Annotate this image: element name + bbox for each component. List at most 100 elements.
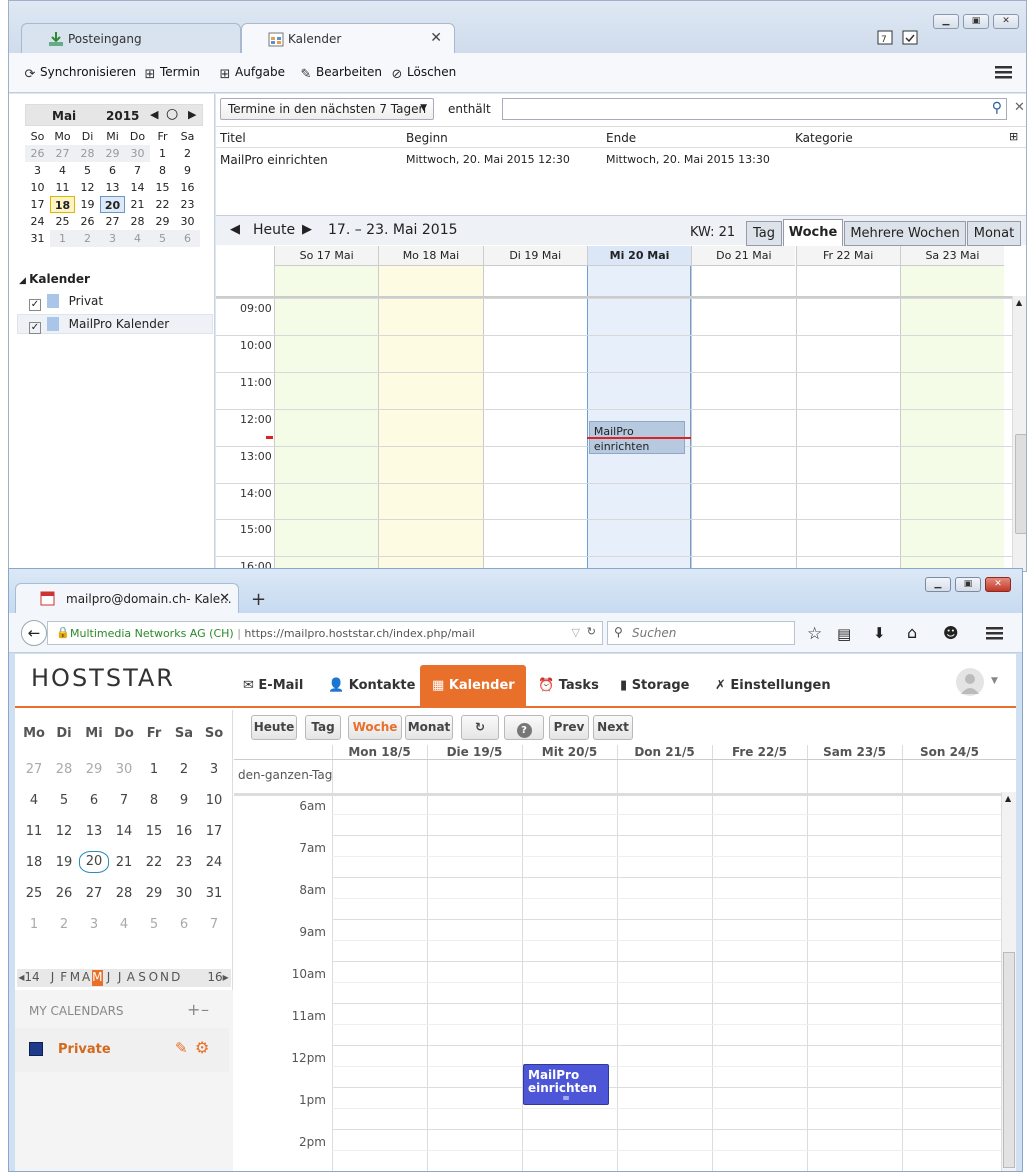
day-cell[interactable]: 28 <box>75 145 100 162</box>
day-cell[interactable]: 4 <box>125 230 150 247</box>
day-cell[interactable]: 12 <box>49 824 79 839</box>
month-label[interactable]: Mai <box>52 109 76 123</box>
today-button[interactable]: Heute <box>251 715 297 740</box>
day-header[interactable]: Son 24/5 <box>902 745 997 759</box>
search-input[interactable]: ⚲ <box>502 98 1007 120</box>
month-cell[interactable]: A <box>81 970 92 984</box>
month-cell[interactable]: O <box>148 970 159 984</box>
day-cell[interactable]: 17 <box>25 196 50 213</box>
day-cell[interactable]: 4 <box>50 162 75 179</box>
day-cell[interactable]: 7 <box>125 162 150 179</box>
day-cell[interactable]: 27 <box>19 762 49 777</box>
next-button[interactable]: Next <box>593 715 633 740</box>
close-window-button[interactable]: ✕ <box>993 14 1019 29</box>
gear-icon[interactable]: ⚙ <box>195 1038 209 1057</box>
day-header[interactable]: Sam 23/5 <box>807 745 902 759</box>
close-tab-icon[interactable]: ✕ <box>219 591 230 606</box>
dropdown-icon[interactable]: ▽ <box>572 626 580 639</box>
url-text[interactable]: https://mailpro.hoststar.ch/index.php/ma… <box>244 627 474 640</box>
day-cell[interactable]: 15 <box>150 179 175 196</box>
day-header[interactable]: Mi 20 Mai <box>586 246 692 266</box>
tab-month[interactable]: Monat <box>967 221 1021 246</box>
day-cell[interactable]: 26 <box>75 213 100 230</box>
nav-settings[interactable]: ✗ Einstellungen <box>715 678 831 693</box>
nav-calendar[interactable]: ▦ Kalender <box>420 665 526 708</box>
month-cell[interactable]: J <box>103 970 114 984</box>
new-tab-button[interactable]: + <box>251 589 266 610</box>
day-cell[interactable]: 3 <box>79 917 109 932</box>
day-cell[interactable]: 3 <box>25 162 50 179</box>
scroll-up-icon[interactable]: ▲ <box>1016 298 1022 307</box>
next-week-icon[interactable]: ▶ <box>302 222 312 237</box>
day-cell[interactable]: 5 <box>75 162 100 179</box>
day-cell[interactable]: 5 <box>150 230 175 247</box>
day-header[interactable]: Mon 18/5 <box>332 745 427 759</box>
day-cell[interactable]: 11 <box>50 179 75 196</box>
day-cell[interactable]: 21 <box>125 196 150 213</box>
logo[interactable]: HOSTSTAR <box>31 664 175 692</box>
nav-tasks[interactable]: ⏰ Tasks <box>538 678 599 693</box>
day-cell[interactable]: 6 <box>169 917 199 932</box>
prev-year-button[interactable]: ◂14 <box>17 970 41 984</box>
day-header[interactable]: So 17 Mai <box>274 246 379 266</box>
day-cell[interactable]: 10 <box>199 793 229 808</box>
prev-month-icon[interactable]: ◀ <box>150 108 158 121</box>
event-block[interactable]: MailPro einrichten = <box>523 1064 609 1105</box>
download-icon[interactable]: ⬇ <box>873 624 886 642</box>
column-end[interactable]: Ende <box>606 131 636 145</box>
chevron-down-icon[interactable]: ▼ <box>991 676 998 686</box>
day-cell[interactable]: 2 <box>169 762 199 777</box>
day-cell[interactable]: 10 <box>25 179 50 196</box>
day-cell[interactable]: 22 <box>139 855 169 870</box>
day-cell[interactable]: 7 <box>109 793 139 808</box>
edit-brush-icon[interactable]: ✎ <box>175 1039 188 1057</box>
column-title[interactable]: Titel <box>220 131 246 145</box>
today-button[interactable]: Heute <box>253 222 295 238</box>
day-header[interactable]: Don 21/5 <box>617 745 712 759</box>
close-icon[interactable]: ✕ <box>430 30 442 46</box>
day-cell[interactable]: 3 <box>100 230 125 247</box>
day-cell[interactable]: 6 <box>100 162 125 179</box>
day-header[interactable]: Di 19 Mai <box>482 246 587 266</box>
next-month-icon[interactable]: ▶ <box>188 108 196 121</box>
year-label[interactable]: 2015 <box>106 109 139 123</box>
day-cell[interactable]: 8 <box>139 793 169 808</box>
close-window-button[interactable]: ✕ <box>985 577 1011 592</box>
day-cell[interactable]: 2 <box>175 145 200 162</box>
day-cell[interactable]: 28 <box>125 213 150 230</box>
column-start[interactable]: Beginn <box>406 131 448 145</box>
day-cell[interactable]: 29 <box>79 762 109 777</box>
tab-week[interactable]: Woche <box>783 219 843 246</box>
maximize-button[interactable]: ▣ <box>955 577 981 592</box>
day-cell[interactable]: 5 <box>49 793 79 808</box>
browser-tab[interactable]: mailpro@domain.ch- Kale... ✕ <box>15 583 239 613</box>
day-cell[interactable]: 6 <box>175 230 200 247</box>
back-button[interactable]: ← <box>21 620 47 646</box>
maximize-button[interactable]: ▣ <box>963 14 989 29</box>
month-cell[interactable]: S <box>137 970 148 984</box>
day-cell[interactable]: 5 <box>139 917 169 932</box>
scrollbar-thumb[interactable] <box>1015 434 1026 534</box>
next-year-button[interactable]: 16▸ <box>205 970 231 984</box>
day-cell[interactable]: 30 <box>125 145 150 162</box>
day-cell[interactable]: 27 <box>50 145 75 162</box>
search-input[interactable]: ⚲ Suchen <box>607 621 795 645</box>
day-cell[interactable]: 3 <box>199 762 229 777</box>
remove-calendar-icon[interactable]: – <box>201 1000 209 1019</box>
day-cell[interactable]: 26 <box>25 145 50 162</box>
day-cell[interactable]: 7 <box>199 917 229 932</box>
scroll-up-icon[interactable]: ▲ <box>1005 794 1011 803</box>
prev-button[interactable]: Prev <box>549 715 589 740</box>
day-cell[interactable]: 30 <box>169 886 199 901</box>
calendar-item-private[interactable]: Private ✎ ⚙ <box>15 1028 229 1072</box>
url-bar[interactable]: 🔒 Multimedia Networks AG (CH) | https://… <box>47 621 603 645</box>
day-cell[interactable]: 31 <box>199 886 229 901</box>
day-cell[interactable]: 15 <box>139 824 169 839</box>
day-cell[interactable]: 13 <box>79 824 109 839</box>
day-cell[interactable]: 2 <box>49 917 79 932</box>
minimize-button[interactable]: ▁ <box>933 14 959 29</box>
day-header[interactable]: Die 19/5 <box>427 745 522 759</box>
day-cell[interactable]: 22 <box>150 196 175 213</box>
day-cell[interactable]: 13 <box>100 179 125 196</box>
day-cell[interactable]: 30 <box>109 762 139 777</box>
